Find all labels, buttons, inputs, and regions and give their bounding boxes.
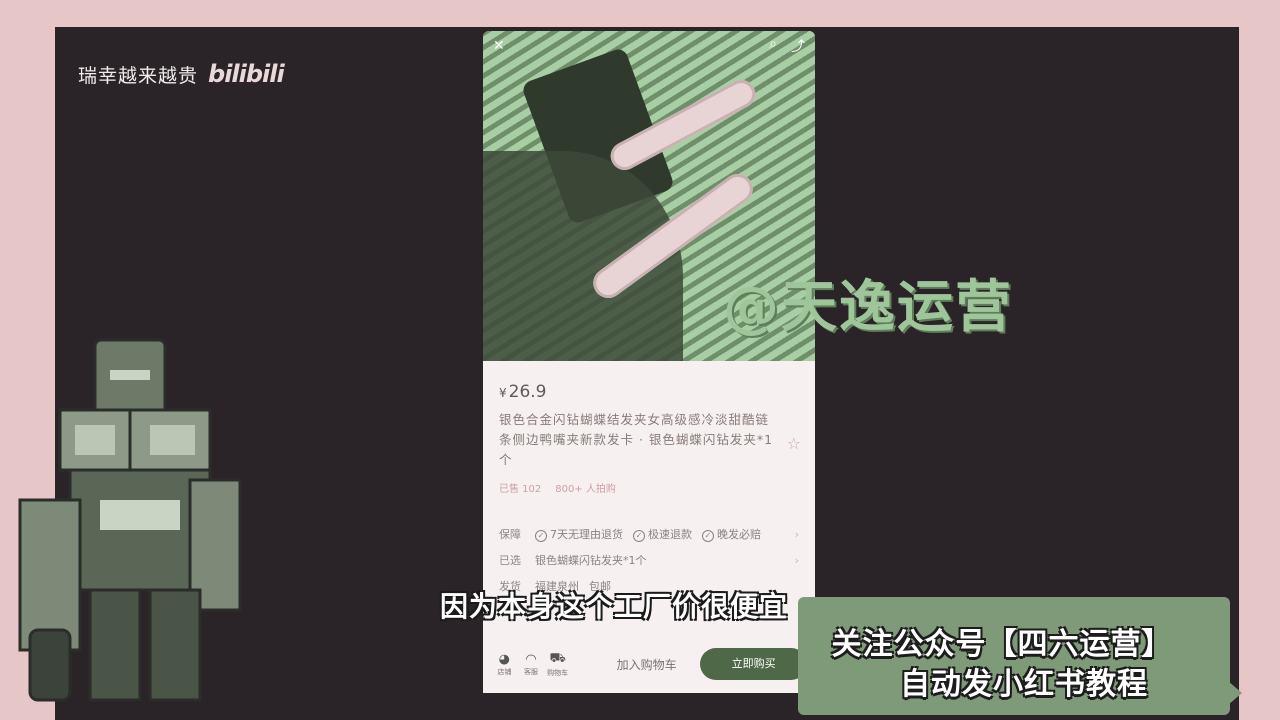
selected-variant: 银色蝴蝶闪钻发夹*1个	[535, 554, 647, 567]
guarantee-text: 7天无理由退货	[550, 528, 623, 541]
check-icon: ✓	[633, 530, 645, 542]
bottom-bar: ◕ 店铺 ◠ 客服 ⛟ 购物车 加入购物车 立即购买	[483, 635, 815, 693]
product-title: 银色合金闪钻蝴蝶结发夹女高级感冷淡甜酷链条侧边鸭嘴夹新款发卡 · 银色蝴蝶闪钻发…	[499, 412, 774, 467]
shop-label: 店铺	[497, 667, 512, 676]
promo-banner: 关注公众号【四六运营】 自动发小红书教程	[798, 597, 1242, 715]
product-info: ¥26.9 银色合金闪钻蝴蝶结发夹女高级感冷淡甜酷链条侧边鸭嘴夹新款发卡 · 银…	[483, 366, 815, 599]
promo-line-1: 关注公众号【四六运营】	[831, 627, 1173, 662]
chevron-right-icon: ›	[794, 553, 799, 567]
sold-count: 已售 102	[499, 484, 542, 495]
close-icon[interactable]: ✕	[493, 38, 505, 54]
guarantee-item: ✓ 7天无理由退货	[535, 526, 623, 542]
bilibili-logo: bilibili	[208, 60, 285, 88]
headset-icon: ◠	[525, 651, 537, 667]
video-subtitle: 因为本身这个工厂价很便宜	[440, 590, 789, 623]
promo-line-2: 自动发小红书教程	[900, 667, 1148, 702]
shop-icon: ◕	[498, 651, 510, 667]
row-key: 已选	[499, 554, 521, 567]
price-value: 26.9	[508, 382, 547, 402]
cart-icon: ⛟	[549, 650, 566, 666]
row-key: 保障	[499, 528, 521, 541]
promo-arrow	[1228, 681, 1242, 705]
brand: 瑞幸越来越贵 bilibili	[78, 60, 285, 88]
sales-stats: 已售 102 800+ 人拍购	[499, 480, 799, 495]
guarantee-item: ✓ 晚发必赔	[702, 526, 761, 542]
guarantee-text: 晚发必赔	[717, 528, 761, 541]
check-icon: ✓	[702, 530, 714, 542]
bought-count: 800+ 人拍购	[555, 484, 616, 495]
guarantee-text: 极速退款	[648, 528, 692, 541]
check-icon: ✓	[535, 530, 547, 542]
share-icon[interactable]: ⤴	[791, 36, 805, 56]
channel-handle: 瑞幸越来越贵	[78, 64, 199, 87]
row-selected[interactable]: 已选 银色蝴蝶闪钻发夹*1个 ›	[499, 547, 799, 573]
robot-mascot-image	[18, 338, 242, 702]
service-tab[interactable]: ◠ 客服	[518, 652, 545, 677]
cart-label: 购物车	[547, 668, 569, 677]
currency-symbol: ¥	[499, 386, 507, 400]
cart-tab[interactable]: ⛟ 购物车	[544, 651, 571, 678]
row-guarantee[interactable]: 保障 ✓ 7天无理由退货 ✓ 极速退款 ✓ 晚发必赔 ›	[499, 521, 799, 547]
product-price: ¥26.9	[499, 382, 799, 402]
search-icon[interactable]: ⌕	[769, 36, 777, 56]
service-label: 客服	[524, 667, 538, 676]
guarantee-item: ✓ 极速退款	[633, 526, 692, 542]
favorite-star-icon[interactable]: ☆	[787, 434, 801, 453]
chevron-right-icon: ›	[794, 527, 799, 541]
add-to-cart-button[interactable]: 加入购物车	[599, 656, 694, 673]
shop-tab[interactable]: ◕ 店铺	[491, 652, 518, 677]
phone-topbar: ✕ ⌕ ⤴	[483, 31, 815, 61]
watermark-text: @天逸运营	[723, 275, 1013, 340]
